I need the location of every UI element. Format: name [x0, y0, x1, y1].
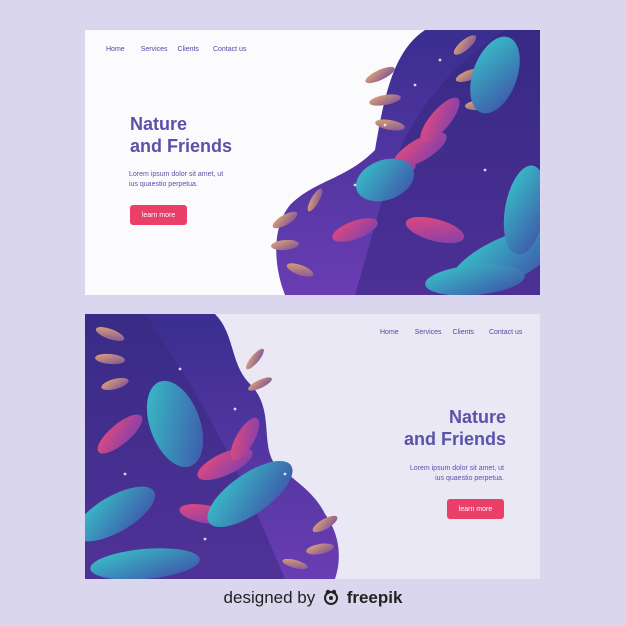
learn-more-button[interactable]: learn more	[130, 205, 187, 225]
hero-title-line1: Nature	[448, 407, 506, 427]
nav-contact-us[interactable]: Contact us	[213, 46, 246, 53]
hero-description: Lorem ipsum dolor sit amet, ut ius quaes…	[129, 170, 223, 190]
attribution: designed by freepik	[0, 588, 626, 610]
credit-prefix: designed by	[223, 588, 316, 607]
top-nav: Home Services Clients Contact us	[106, 46, 246, 53]
foliage-illustration-right	[263, 30, 540, 295]
hero-title-line2: and Friends	[130, 136, 233, 156]
hero-description-line1: Lorem ipsum dolor sit amet, ut	[129, 171, 224, 178]
hero-title: Nature and Friends	[130, 113, 232, 157]
hero-description-line2: ius quaestio perpetua.	[129, 181, 198, 188]
nav-clients[interactable]: Clients	[178, 46, 199, 53]
hero-title-line2: and Friends	[403, 429, 506, 449]
nav-services[interactable]: Services	[141, 46, 168, 53]
nav-home[interactable]: Home	[380, 329, 399, 336]
nav-contact-us[interactable]: Contact us	[489, 329, 522, 336]
freepik-logo-icon	[322, 589, 340, 610]
hero-description-line1: Lorem ipsum dolor sit amet, ut	[409, 465, 504, 472]
hero-description-line2: ius quaestio perpetua.	[435, 475, 504, 482]
learn-more-button[interactable]: learn more	[447, 499, 504, 519]
top-nav: Home Services Clients Contact us	[380, 329, 522, 336]
nav-clients[interactable]: Clients	[453, 329, 474, 336]
landing-banner-top: Home Services Clients Contact us Nature …	[85, 30, 540, 295]
nav-services[interactable]: Services	[415, 329, 442, 336]
hero-title-line1: Nature	[130, 114, 188, 134]
hero-description: Lorem ipsum dolor sit amet, ut ius quaes…	[410, 464, 504, 484]
landing-banner-bottom: Home Services Clients Contact us Nature …	[85, 314, 540, 579]
hero-title: Nature and Friends	[404, 406, 506, 450]
credit-brand: freepik	[346, 588, 403, 607]
nav-home[interactable]: Home	[106, 46, 125, 53]
